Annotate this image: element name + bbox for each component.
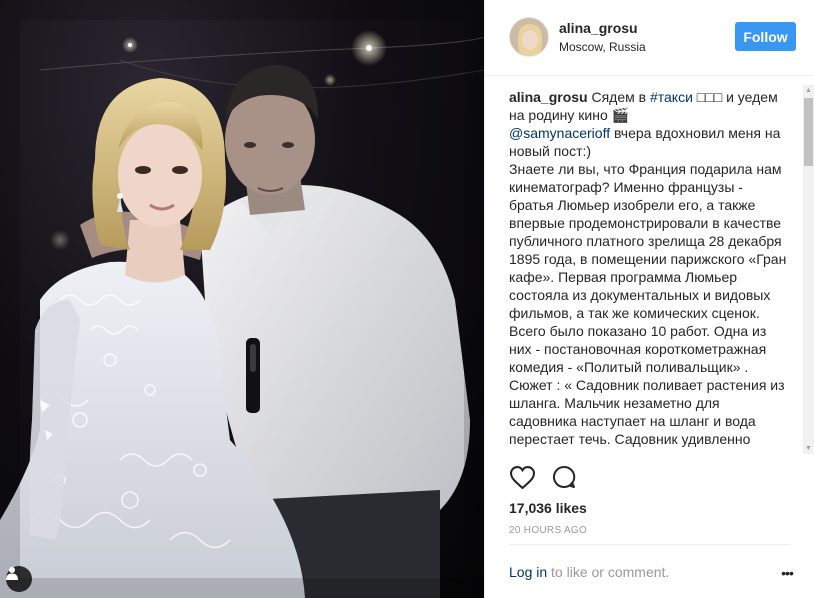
person-tag-icon[interactable] <box>6 566 32 592</box>
action-bar <box>509 462 577 492</box>
scroll-thumb[interactable] <box>804 98 813 166</box>
avatar[interactable] <box>509 17 549 57</box>
divider <box>509 544 791 545</box>
caption-scrollbar[interactable]: ▲ ▼ <box>803 85 814 454</box>
post-location[interactable]: Moscow, Russia <box>559 40 646 54</box>
login-prompt-text: to like or comment. <box>547 564 670 580</box>
caption-author[interactable]: alina_grosu <box>509 89 588 105</box>
post-info-panel: alina_grosu Moscow, Russia Follow alina_… <box>484 0 814 598</box>
caption-area: alina_grosu Сядем в #такси □□□ и уедем н… <box>509 88 791 454</box>
post-username[interactable]: alina_grosu <box>559 20 638 36</box>
scroll-up-arrow-icon[interactable]: ▲ <box>803 85 814 96</box>
heart-icon[interactable] <box>509 464 535 490</box>
login-link[interactable]: Log in <box>509 564 547 580</box>
scroll-down-arrow-icon[interactable]: ▼ <box>803 443 814 454</box>
caption-hashtag[interactable]: #такси <box>650 89 693 105</box>
likes-count[interactable]: 17,036 likes <box>509 500 587 516</box>
caption-text-start: Сядем в <box>591 89 650 105</box>
photo-illustration <box>0 0 484 598</box>
login-prompt: Log in to like or comment. <box>509 564 669 580</box>
comment-icon[interactable] <box>551 464 577 490</box>
caption-body: Знаете ли вы, что Франция подарила нам к… <box>509 161 787 447</box>
post-timestamp[interactable]: 20 HOURS AGO <box>509 525 587 536</box>
more-options-icon[interactable]: ••• <box>779 565 795 581</box>
post-header: alina_grosu Moscow, Russia Follow <box>485 0 814 76</box>
caption-mention[interactable]: @samynacerioff <box>509 125 610 141</box>
post-photo[interactable] <box>0 0 484 598</box>
caption-emoji-boxes: □□□ <box>692 89 727 105</box>
follow-button[interactable]: Follow <box>735 22 796 51</box>
